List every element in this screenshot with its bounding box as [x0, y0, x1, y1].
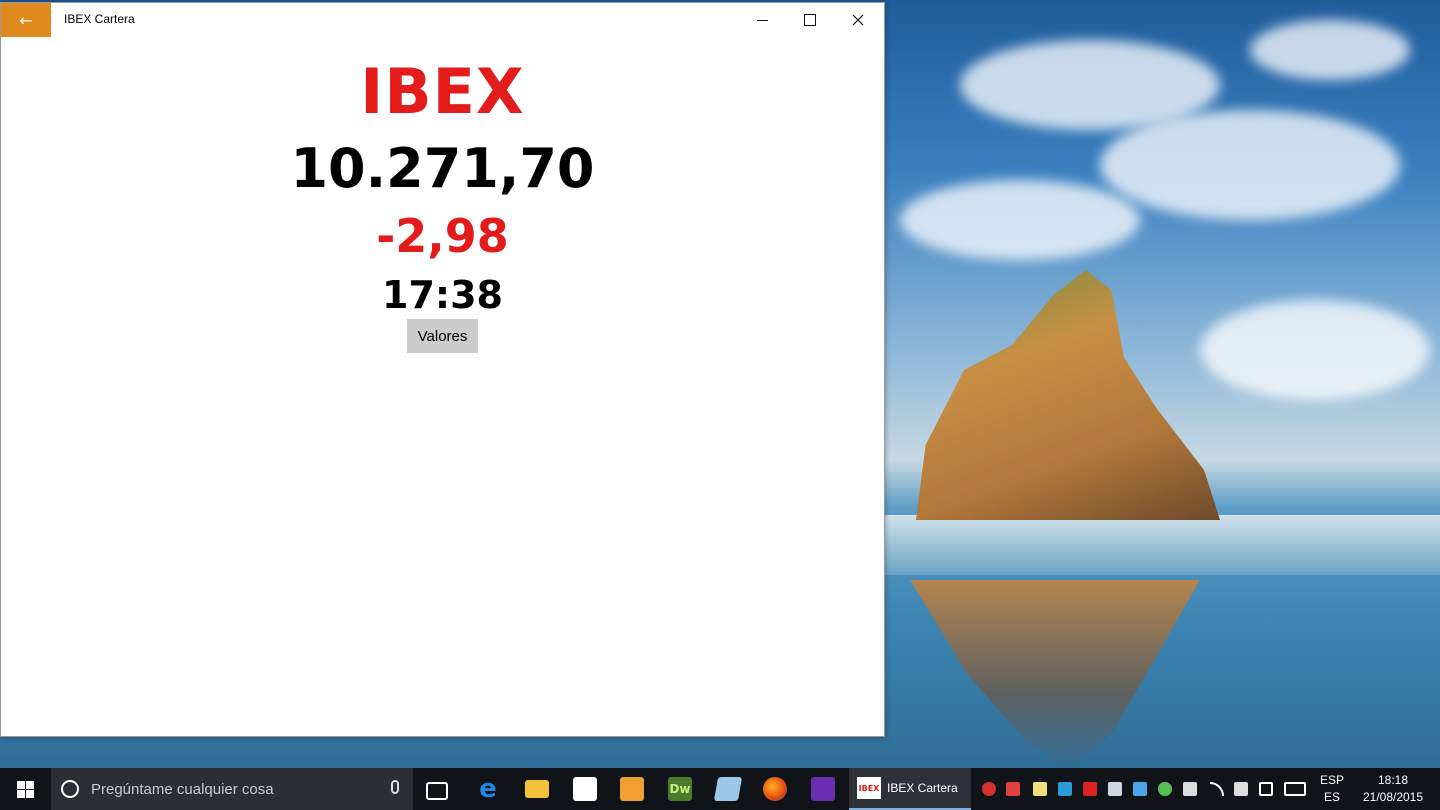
rock-formation	[916, 270, 1220, 520]
search-placeholder: Pregúntame cualquier cosa	[91, 780, 274, 798]
visual-studio-icon[interactable]	[811, 777, 835, 801]
taskbar: Pregúntame cualquier cosa e Dw IBEX IBEX…	[0, 768, 1440, 810]
taskbar-app-label: IBEX Cartera	[887, 781, 958, 795]
microphone-icon[interactable]	[391, 780, 399, 794]
ibex-app-icon: IBEX	[857, 777, 881, 799]
start-button[interactable]	[0, 768, 50, 810]
cloud	[1200, 300, 1430, 400]
window-title: IBEX Cartera	[64, 12, 135, 26]
file-explorer-icon[interactable]	[525, 780, 549, 798]
edge-icon[interactable]: e	[476, 774, 500, 804]
ticker-name: IBEX	[360, 55, 525, 128]
index-value: 10.271,70	[290, 137, 595, 200]
action-center-icon[interactable]	[1259, 782, 1273, 796]
cortana-search-box[interactable]: Pregúntame cualquier cosa	[51, 768, 413, 810]
battery-tray-icon[interactable]	[1183, 782, 1197, 796]
store-icon[interactable]	[573, 777, 597, 801]
sea-horizon	[880, 515, 1440, 575]
keyboard-layout: ES	[1323, 790, 1340, 804]
clock-date: 21/08/2015	[1362, 790, 1424, 804]
display-tray-icon[interactable]	[1108, 782, 1122, 796]
cortana-icon	[61, 780, 79, 798]
valores-button[interactable]: Valores	[407, 319, 478, 353]
language-code: ESP	[1319, 773, 1344, 787]
notes-tray-icon[interactable]	[1033, 782, 1047, 796]
task-view-icon[interactable]	[426, 782, 448, 800]
clock-time: 18:18	[1377, 773, 1409, 787]
sync-tray-icon[interactable]	[1058, 782, 1072, 796]
system-clock[interactable]: 18:18 21/08/2015	[1356, 772, 1430, 806]
language-indicator[interactable]: ESP ES	[1318, 772, 1346, 806]
app-tray-icon[interactable]	[1083, 782, 1097, 796]
maximize-icon	[804, 14, 816, 26]
back-button[interactable]: ←	[1, 3, 51, 37]
cloud	[1250, 20, 1410, 80]
network-drive-tray-icon[interactable]	[1133, 782, 1147, 796]
notepad-icon[interactable]	[713, 777, 743, 801]
firefox-icon[interactable]	[763, 777, 787, 801]
media-tray-icon[interactable]	[1006, 782, 1020, 796]
rock-reflection	[910, 580, 1200, 768]
last-update-time: 17:38	[382, 273, 503, 317]
arrow-left-icon: ←	[19, 10, 33, 30]
app-window: ← IBEX Cartera IBEX 10.271,70 -2,98 17:3…	[0, 2, 885, 737]
minimize-icon	[756, 20, 768, 21]
cloud	[900, 180, 1140, 260]
wifi-icon[interactable]	[1210, 782, 1224, 796]
volume-icon[interactable]	[1234, 782, 1248, 796]
dreamweaver-icon[interactable]: Dw	[668, 777, 692, 801]
index-change: -2,98	[376, 209, 509, 263]
keyboard-icon[interactable]	[1284, 782, 1306, 796]
cloud	[1100, 110, 1400, 220]
close-button[interactable]	[835, 3, 881, 37]
maximize-button[interactable]	[787, 3, 833, 37]
taskbar-app-ibex-cartera[interactable]: IBEX IBEX Cartera	[849, 768, 971, 810]
title-bar: ← IBEX Cartera	[1, 3, 884, 37]
close-icon	[852, 14, 864, 26]
antivirus-tray-icon[interactable]	[982, 782, 996, 796]
minimize-button[interactable]	[739, 3, 785, 37]
update-tray-icon[interactable]	[1158, 782, 1172, 796]
media-player-icon[interactable]	[620, 777, 644, 801]
windows-logo-icon	[16, 780, 34, 798]
